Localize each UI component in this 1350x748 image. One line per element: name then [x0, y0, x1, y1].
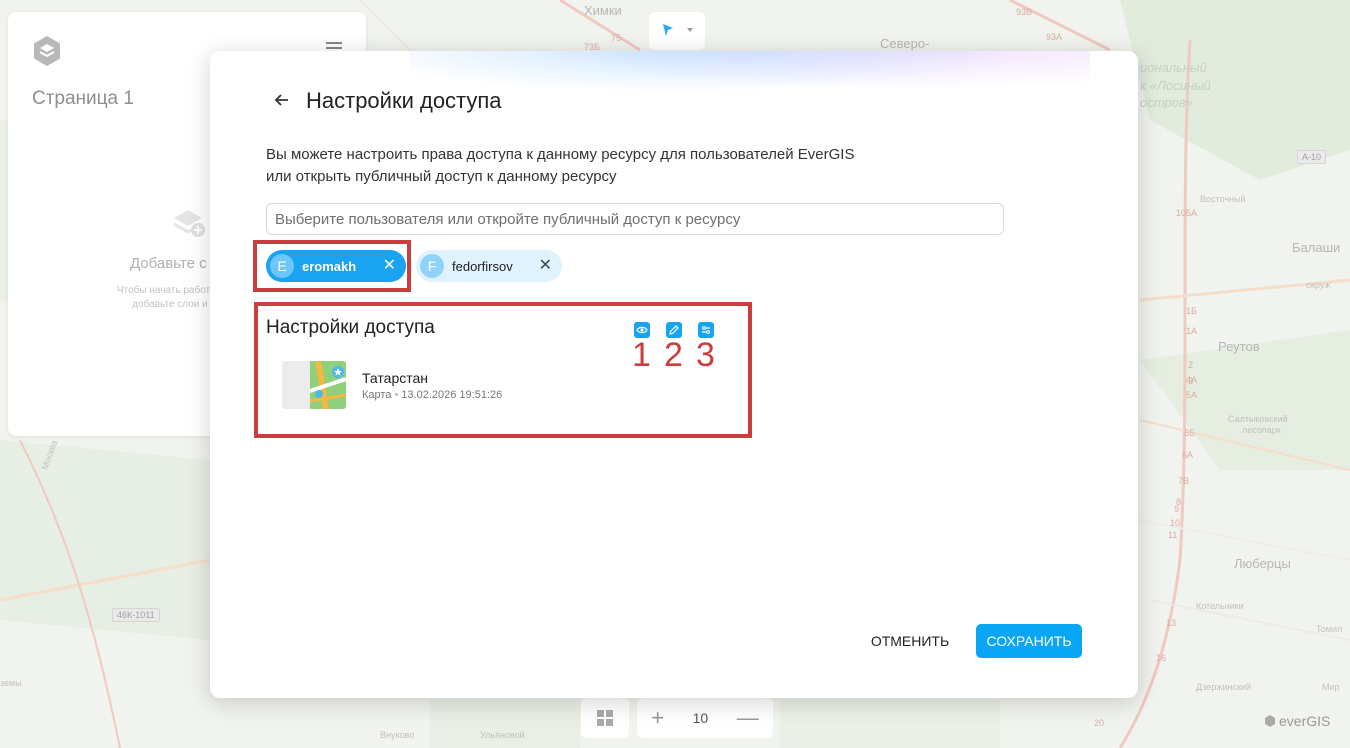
brand-watermark: everGIS: [1264, 713, 1330, 729]
dialog-title: Настройки доступа: [306, 88, 502, 113]
grid-icon: [597, 710, 613, 726]
brand-logo-icon: [1265, 715, 1275, 727]
arrow-left-icon: [274, 94, 288, 106]
dialog-description-line: или открыть публичный доступ к данному р…: [266, 168, 617, 185]
dialog-description: Вы можете настроить права доступа к данн…: [266, 144, 966, 188]
pointer-tool-button[interactable]: [649, 12, 705, 50]
annotation-highlight-user: [253, 240, 411, 292]
user-chip-label: fedorfirsov: [452, 258, 513, 274]
user-chip-fedorfirsov[interactable]: F fedorfirsov ✕: [416, 250, 562, 282]
close-icon[interactable]: ✕: [539, 258, 552, 274]
zoom-out-button[interactable]: —: [737, 707, 759, 729]
cancel-button[interactable]: ОТМЕНИТЬ: [866, 624, 954, 658]
back-button[interactable]: [270, 88, 294, 112]
app-logo-icon: [30, 34, 64, 68]
zoom-level: 10: [692, 710, 709, 726]
zoom-control: + 10 —: [637, 698, 773, 738]
save-button[interactable]: СОХРАНИТЬ: [976, 624, 1082, 658]
user-search-input[interactable]: [266, 203, 1004, 235]
dialog-description-line: Вы можете настроить права доступа к данн…: [266, 146, 855, 163]
basemap-grid-button[interactable]: [581, 698, 629, 738]
pointer-icon: [663, 24, 693, 36]
access-settings-dialog: Настройки доступа Вы можете настроить пр…: [210, 51, 1138, 698]
annotation-highlight-permissions: [254, 302, 752, 438]
empty-state-title: Добавьте с: [130, 255, 207, 272]
dialog-header-glow: [410, 51, 1090, 101]
zoom-in-button[interactable]: +: [651, 707, 664, 729]
page-title: Страница 1: [32, 88, 134, 109]
avatar: F: [420, 254, 444, 278]
layers-add-icon: [168, 202, 208, 242]
brand-name: everGIS: [1279, 713, 1331, 729]
